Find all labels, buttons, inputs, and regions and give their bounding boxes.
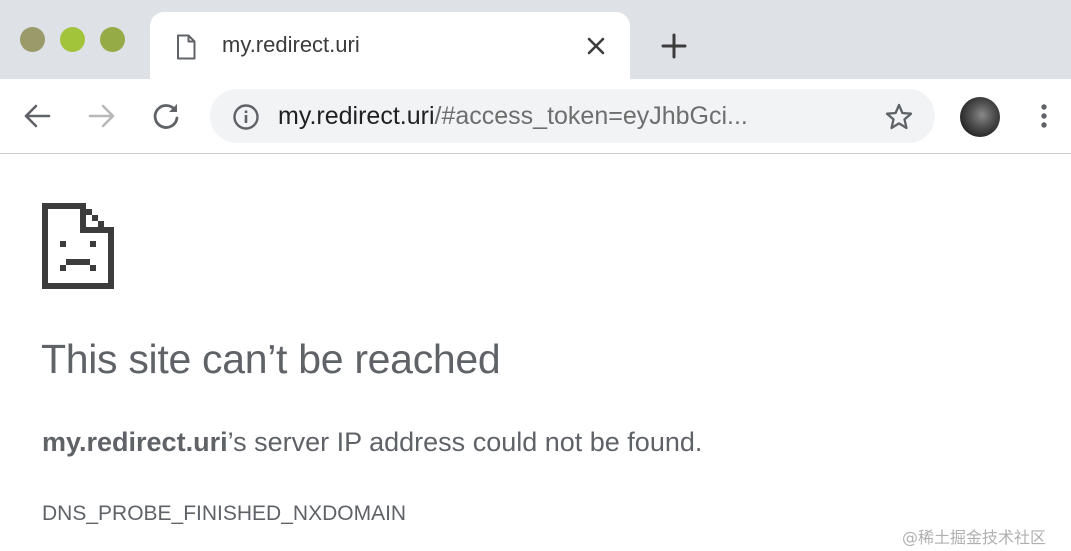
- close-icon[interactable]: [584, 34, 608, 58]
- profile-avatar[interactable]: [960, 97, 1000, 137]
- tab-title: my.redirect.uri: [222, 32, 360, 57]
- reload-icon[interactable]: [151, 101, 181, 131]
- error-message: my.redirect.uri’s server IP address coul…: [42, 427, 702, 458]
- star-icon[interactable]: [884, 102, 914, 137]
- browser-toolbar: my.redirect.uri/#access_token=eyJhbGci..…: [0, 79, 1071, 154]
- window-minimize-button[interactable]: [60, 27, 85, 52]
- url-host: my.redirect.uri: [278, 102, 435, 130]
- url-path: /#access_token=eyJhbGci...: [434, 102, 748, 130]
- page-icon: [176, 34, 196, 65]
- watermark: @稀土掘金技术社区: [902, 528, 1047, 547]
- forward-arrow-icon[interactable]: [87, 101, 117, 131]
- error-host: my.redirect.uri: [42, 427, 228, 457]
- info-icon[interactable]: [232, 103, 260, 136]
- address-bar[interactable]: my.redirect.uri/#access_token=eyJhbGci..…: [210, 89, 935, 143]
- window-zoom-button[interactable]: [100, 27, 125, 52]
- tab-strip: my.redirect.uri: [0, 0, 1071, 79]
- more-vert-icon[interactable]: [1030, 101, 1058, 131]
- url-text[interactable]: my.redirect.uri/#access_token=eyJhbGci..…: [278, 102, 858, 131]
- error-message-text: ’s server IP address could not be found.: [227, 427, 703, 457]
- back-arrow-icon[interactable]: [22, 101, 52, 131]
- error-heading: This site can’t be reached: [41, 336, 501, 382]
- window-close-button[interactable]: [20, 27, 45, 52]
- error-code: DNS_PROBE_FINISHED_NXDOMAIN: [42, 502, 407, 525]
- new-tab-plus-icon[interactable]: [660, 32, 688, 60]
- sad-page-icon: [42, 203, 114, 294]
- active-tab[interactable]: my.redirect.uri: [150, 12, 630, 79]
